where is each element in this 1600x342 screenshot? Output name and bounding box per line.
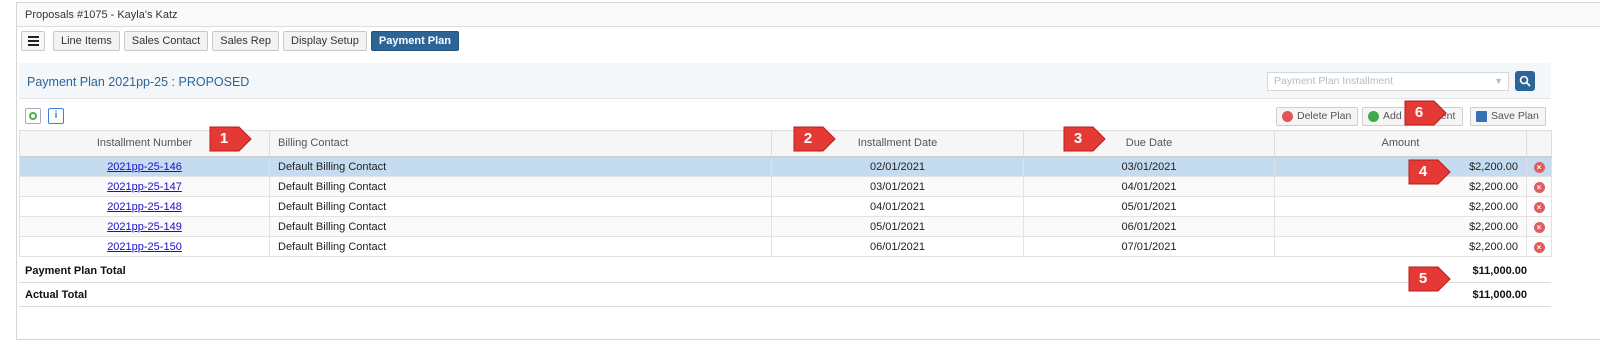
- billing-contact-cell: Default Billing Contact: [269, 216, 772, 237]
- delete-icon: [1282, 111, 1293, 122]
- installment-select[interactable]: Payment Plan Installment ▼: [1267, 72, 1509, 91]
- installment-date-cell: 02/01/2021: [771, 156, 1024, 177]
- remove-icon[interactable]: ×: [1533, 161, 1545, 173]
- amount-cell: $2,200.00: [1274, 176, 1527, 197]
- column-header-amount[interactable]: Amount: [1274, 130, 1527, 158]
- payment-plan-total-value: $11,000.00: [1472, 265, 1527, 277]
- installment-number-cell: 2021pp-25-146: [19, 156, 270, 177]
- installment-link[interactable]: 2021pp-25-149: [107, 221, 182, 233]
- remove-row-cell: ×: [1526, 216, 1552, 237]
- billing-contact-cell: Default Billing Contact: [269, 176, 772, 197]
- window-title: Proposals #1075 - Kayla's Katz: [25, 9, 178, 21]
- proposal-window: Proposals #1075 - Kayla's Katz Line Item…: [16, 2, 1600, 340]
- tab-bar: Line Items Sales Contact Sales Rep Displ…: [21, 31, 460, 53]
- save-plan-button[interactable]: Save Plan: [1470, 107, 1546, 126]
- installment-date-cell: 06/01/2021: [771, 236, 1024, 257]
- tab-payment-plan[interactable]: Payment Plan: [370, 31, 460, 51]
- installment-select-placeholder: Payment Plan Installment: [1274, 75, 1394, 87]
- table-row[interactable]: 2021pp-25-150 Default Billing Contact 06…: [19, 236, 1552, 257]
- remove-row-cell: ×: [1526, 176, 1552, 197]
- payment-plan-total-label: Payment Plan Total: [25, 265, 126, 277]
- callout-number: 2: [803, 130, 813, 147]
- refresh-icon[interactable]: [25, 108, 41, 124]
- menu-icon[interactable]: [21, 31, 45, 51]
- installment-link[interactable]: 2021pp-25-146: [107, 161, 182, 173]
- tab-display-setup[interactable]: Display Setup: [283, 31, 367, 51]
- column-header-billing-contact[interactable]: Billing Contact: [269, 130, 772, 158]
- installment-date-cell: 05/01/2021: [771, 216, 1024, 237]
- callout-marker: 5: [1406, 264, 1452, 294]
- due-date-cell: 05/01/2021: [1023, 196, 1275, 217]
- remove-row-cell: ×: [1526, 156, 1552, 177]
- installment-link[interactable]: 2021pp-25-147: [107, 181, 182, 193]
- tab-line-items[interactable]: Line Items: [53, 31, 120, 51]
- callout-number: 1: [219, 130, 229, 147]
- billing-contact-cell: Default Billing Contact: [269, 196, 772, 217]
- due-date-cell: 07/01/2021: [1023, 236, 1275, 257]
- actual-total-label: Actual Total: [25, 289, 88, 301]
- billing-contact-cell: Default Billing Contact: [269, 236, 772, 257]
- add-icon: [1368, 111, 1379, 122]
- remove-icon[interactable]: ×: [1533, 201, 1545, 213]
- amount-cell: $2,200.00: [1274, 156, 1527, 177]
- remove-icon[interactable]: ×: [1533, 241, 1545, 253]
- delete-plan-label: Delete Plan: [1297, 110, 1352, 122]
- delete-plan-button[interactable]: Delete Plan: [1276, 107, 1359, 126]
- installment-date-cell: 04/01/2021: [771, 196, 1024, 217]
- amount-cell: $2,200.00: [1274, 216, 1527, 237]
- installment-number-cell: 2021pp-25-148: [19, 196, 270, 217]
- info-icon[interactable]: i: [48, 108, 64, 124]
- remove-row-cell: ×: [1526, 196, 1552, 217]
- table-row[interactable]: 2021pp-25-147 Default Billing Contact 03…: [19, 176, 1552, 197]
- tab-sales-contact[interactable]: Sales Contact: [123, 31, 209, 51]
- remove-row-cell: ×: [1526, 236, 1552, 257]
- save-icon: [1476, 111, 1487, 122]
- callout-number: 3: [1073, 130, 1083, 147]
- chevron-down-icon: ▼: [1494, 76, 1503, 86]
- amount-cell: $2,200.00: [1274, 196, 1527, 217]
- installment-link[interactable]: 2021pp-25-148: [107, 201, 182, 213]
- actual-total-value: $11,000.00: [1472, 289, 1527, 301]
- callout-marker: 3: [1061, 124, 1107, 154]
- payment-plan-header: Payment Plan 2021pp-25 : PROPOSED Paymen…: [19, 63, 1551, 99]
- table-row[interactable]: 2021pp-25-146 Default Billing Contact 02…: [19, 156, 1552, 177]
- callout-number: 6: [1414, 104, 1424, 121]
- callout-marker: 4: [1406, 157, 1452, 187]
- due-date-cell: 03/01/2021: [1023, 156, 1275, 177]
- search-button[interactable]: [1515, 71, 1535, 91]
- payment-plan-total-row: Payment Plan Total $11,000.00: [19, 259, 1551, 283]
- remove-icon[interactable]: ×: [1533, 221, 1545, 233]
- installment-number-cell: 2021pp-25-149: [19, 216, 270, 237]
- callout-number: 4: [1418, 163, 1428, 180]
- installment-number-cell: 2021pp-25-150: [19, 236, 270, 257]
- search-icon: [1519, 75, 1531, 87]
- payment-plan-title: Payment Plan 2021pp-25 : PROPOSED: [27, 75, 250, 89]
- installment-number-cell: 2021pp-25-147: [19, 176, 270, 197]
- callout-marker: 2: [791, 124, 837, 154]
- billing-contact-cell: Default Billing Contact: [269, 156, 772, 177]
- column-header-actions: [1526, 130, 1552, 158]
- callout-marker: 6: [1402, 98, 1448, 128]
- amount-cell: $2,200.00: [1274, 236, 1527, 257]
- window-titlebar: Proposals #1075 - Kayla's Katz: [17, 3, 1600, 27]
- save-plan-label: Save Plan: [1491, 110, 1539, 122]
- actual-total-row: Actual Total $11,000.00: [19, 283, 1551, 307]
- remove-icon[interactable]: ×: [1533, 181, 1545, 193]
- callout-marker: 1: [207, 124, 253, 154]
- installment-date-cell: 03/01/2021: [771, 176, 1024, 197]
- due-date-cell: 04/01/2021: [1023, 176, 1275, 197]
- due-date-cell: 06/01/2021: [1023, 216, 1275, 237]
- callout-number: 5: [1418, 270, 1428, 287]
- table-row[interactable]: 2021pp-25-148 Default Billing Contact 04…: [19, 196, 1552, 217]
- installment-link[interactable]: 2021pp-25-150: [107, 241, 182, 253]
- table-row[interactable]: 2021pp-25-149 Default Billing Contact 05…: [19, 216, 1552, 237]
- tab-sales-rep[interactable]: Sales Rep: [212, 31, 279, 51]
